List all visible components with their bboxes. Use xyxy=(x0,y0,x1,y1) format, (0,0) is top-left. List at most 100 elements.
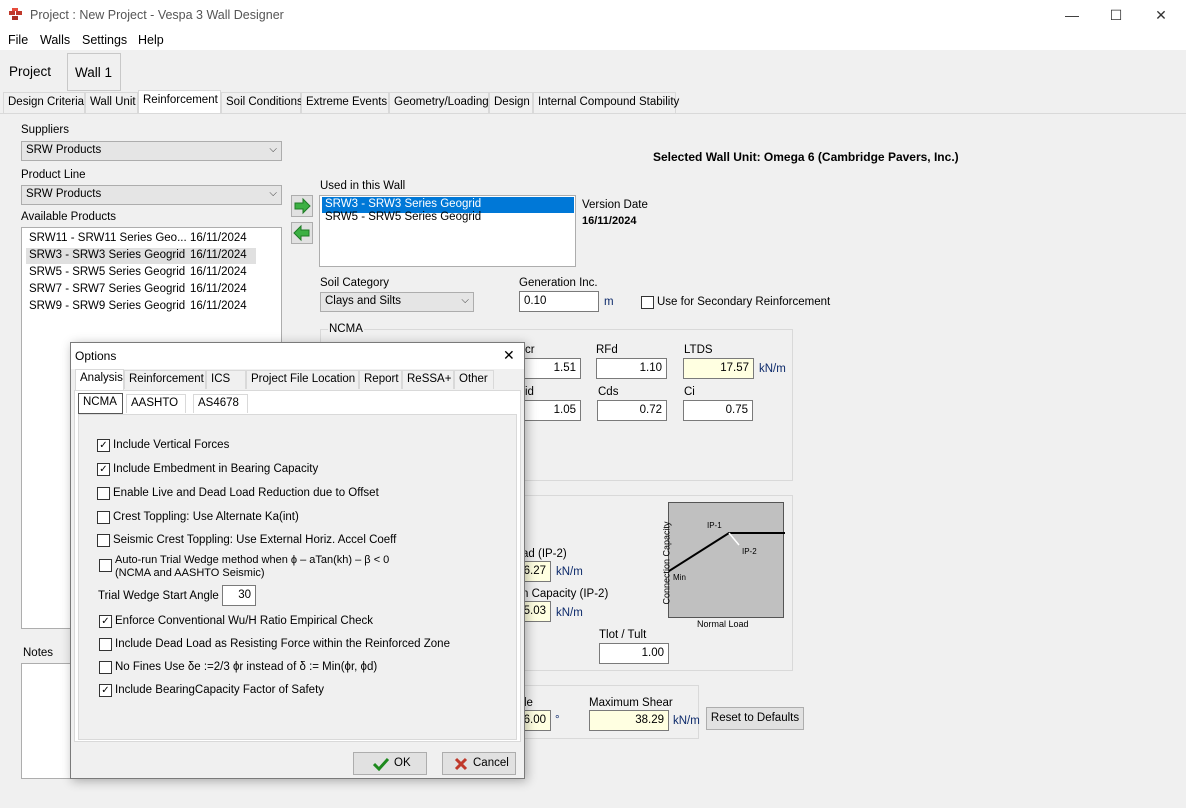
maximize-button[interactable]: ☐ xyxy=(1106,6,1126,24)
menu-file[interactable]: File xyxy=(8,33,28,47)
tab-ics[interactable]: ICS xyxy=(206,370,246,389)
list-item[interactable]: SRW7 - SRW7 Series Geogrid 16/11/2024 xyxy=(26,282,256,298)
dialog-close-button[interactable]: ✕ xyxy=(503,347,515,364)
connection-chart: IP-1 IP-2 Min xyxy=(668,502,785,618)
cds-label: Cds xyxy=(598,386,619,398)
bearing-capacity-fos-checkbox[interactable]: ✓ xyxy=(99,684,112,697)
auto-run-trial-wedge-checkbox[interactable] xyxy=(99,559,112,572)
tab-wall-1-label: Wall 1 xyxy=(75,65,113,80)
add-product-button[interactable] xyxy=(291,195,313,217)
tab-project-file-location[interactable]: Project File Location xyxy=(246,370,359,389)
window-title: Project : New Project - Vespa 3 Wall Des… xyxy=(30,8,284,22)
menu-help[interactable]: Help xyxy=(138,33,164,47)
options-tab-strip: Analysis Reinforcement ICS Project File … xyxy=(74,369,522,390)
ncma-label: NCMA xyxy=(328,323,364,335)
used-in-wall-list[interactable]: SRW3 - SRW3 Series Geogrid SRW5 - SRW5 S… xyxy=(319,195,576,267)
trial-wedge-start-angle-field[interactable]: 30 xyxy=(222,585,256,606)
tab-extreme-events[interactable]: Extreme Events xyxy=(301,92,389,113)
chart-xlabel: Normal Load xyxy=(697,619,749,629)
secondary-reinforcement-checkbox[interactable] xyxy=(641,296,654,309)
ip2-label: IP-2 xyxy=(742,547,757,556)
list-item[interactable]: SRW3 - SRW3 Series Geogrid 16/11/2024 xyxy=(26,248,256,264)
dialog-title: Options xyxy=(75,349,117,363)
ip2-line xyxy=(728,532,740,546)
reset-to-defaults-button[interactable]: Reset to Defaults xyxy=(706,707,804,730)
no-fines-checkbox[interactable] xyxy=(99,661,112,674)
tab-internal-compound-stability[interactable]: Internal Compound Stability xyxy=(533,92,679,113)
rfd-field[interactable]: 1.10 xyxy=(596,358,667,379)
include-dead-load-checkbox[interactable] xyxy=(99,638,112,651)
remove-product-button[interactable] xyxy=(291,222,313,244)
include-dead-load-label: Include Dead Load as Resisting Force wit… xyxy=(115,638,450,650)
tab-design-criteria[interactable]: Design Criteria xyxy=(3,92,85,113)
generation-inc-field[interactable]: 0.10 xyxy=(519,291,599,312)
tab-reinforcement[interactable]: Reinforcement xyxy=(138,90,221,114)
tab-geometry-loading[interactable]: Geometry/Loading xyxy=(389,92,489,113)
ip2-capacity-label: n Capacity (IP-2) xyxy=(522,588,609,600)
product-line-value: SRW Products xyxy=(26,188,102,200)
version-date-label: Version Date xyxy=(582,199,648,211)
ok-button[interactable]: OK xyxy=(353,752,427,775)
rfid-label: id xyxy=(525,386,534,398)
minimize-button[interactable]: — xyxy=(1062,6,1082,24)
list-item[interactable]: SRW5 - SRW5 Series Geogrid xyxy=(322,210,574,226)
tab-wall-unit[interactable]: Wall Unit xyxy=(85,92,138,113)
tab-wall-1[interactable]: Wall 1 xyxy=(67,53,121,91)
app-icon xyxy=(9,8,22,20)
selected-wall-unit: Selected Wall Unit: Omega 6 (Cambridge P… xyxy=(653,150,959,164)
x-icon xyxy=(454,757,468,771)
bearing-capacity-fos-label: Include BearingCapacity Factor of Safety xyxy=(115,684,325,696)
cancel-button[interactable]: Cancel xyxy=(442,752,516,775)
tab-ressa[interactable]: ReSSA+ xyxy=(402,370,454,389)
include-vertical-forces-checkbox[interactable]: ✓ xyxy=(97,439,110,452)
crest-toppling-checkbox[interactable] xyxy=(97,511,110,524)
tab-soil-conditions[interactable]: Soil Conditions xyxy=(221,92,303,113)
auto-run-trial-wedge-sublabel: (NCMA and AASHTO Seismic) xyxy=(115,567,265,579)
enforce-wu-h-ratio-checkbox[interactable]: ✓ xyxy=(99,615,112,628)
menu-walls[interactable]: Walls xyxy=(40,33,70,47)
list-item[interactable]: SRW5 - SRW5 Series Geogrid 16/11/2024 xyxy=(26,265,256,281)
suppliers-dropdown[interactable]: SRW Products ⌵ xyxy=(21,141,282,161)
cds-field[interactable]: 0.72 xyxy=(597,400,667,421)
options-dialog: Options ✕ Analysis Reinforcement ICS Pro… xyxy=(70,342,525,779)
chart-ylabel: Connection Capacity xyxy=(661,521,672,605)
used-in-wall-label: Used in this Wall xyxy=(320,180,406,192)
tab-project[interactable]: Project xyxy=(9,64,51,79)
tab-reinforcement-options[interactable]: Reinforcement xyxy=(124,370,206,389)
tab-as4678[interactable]: AS4678 xyxy=(193,394,248,413)
ip2-capacity-unit: kN/m xyxy=(556,607,583,619)
enable-load-reduction-label: Enable Live and Dead Load Reduction due … xyxy=(113,487,379,499)
list-item[interactable]: SRW11 - SRW11 Series Geo... 16/11/2024 xyxy=(26,231,256,247)
tab-analysis[interactable]: Analysis xyxy=(75,369,124,390)
enforce-wu-h-ratio-label: Enforce Conventional Wu/H Ratio Empirica… xyxy=(115,615,374,627)
auto-run-trial-wedge-label: Auto-run Trial Wedge method when ϕ – aTa… xyxy=(115,554,390,566)
menu-settings[interactable]: Settings xyxy=(82,33,127,47)
trial-wedge-start-angle-label: Trial Wedge Start Angle xyxy=(98,590,219,602)
soil-category-dropdown[interactable]: Clays and Silts ⌵ xyxy=(320,292,474,312)
ncma-options-panel: ✓ Include Vertical Forces ✓ Include Embe… xyxy=(78,414,517,740)
suppliers-value: SRW Products xyxy=(26,144,102,156)
tab-other[interactable]: Other xyxy=(454,370,494,389)
ci-field[interactable]: 0.75 xyxy=(683,400,753,421)
product-line-dropdown[interactable]: SRW Products ⌵ xyxy=(21,185,282,205)
chevron-down-icon: ⌵ xyxy=(461,295,469,306)
ci-label: Ci xyxy=(684,386,695,398)
tab-ncma[interactable]: NCMA xyxy=(78,393,123,414)
tab-aashto[interactable]: AASHTO xyxy=(126,394,186,413)
analysis-panel: NCMA AASHTO AS4678 ✓ Include Vertical Fo… xyxy=(74,390,521,742)
seismic-crest-toppling-checkbox[interactable] xyxy=(97,534,110,547)
soil-category-label: Soil Category xyxy=(320,277,390,289)
no-fines-label: No Fines Use δe :=2/3 ϕr instead of δ :=… xyxy=(115,661,378,673)
ltds-field: 17.57 xyxy=(683,358,754,379)
connection-chart-plot xyxy=(669,532,785,572)
ip1-label: IP-1 xyxy=(707,521,722,530)
list-item[interactable]: SRW9 - SRW9 Series Geogrid 16/11/2024 xyxy=(26,299,256,315)
include-embedment-checkbox[interactable]: ✓ xyxy=(97,463,110,476)
tlot-tult-field[interactable]: 1.00 xyxy=(599,643,669,664)
enable-load-reduction-checkbox[interactable] xyxy=(97,487,110,500)
soil-category-value: Clays and Silts xyxy=(325,295,402,307)
tab-design[interactable]: Design xyxy=(489,92,533,113)
tab-report[interactable]: Report xyxy=(359,370,402,389)
chevron-down-icon: ⌵ xyxy=(269,144,277,155)
close-button[interactable]: ✕ xyxy=(1151,6,1171,24)
